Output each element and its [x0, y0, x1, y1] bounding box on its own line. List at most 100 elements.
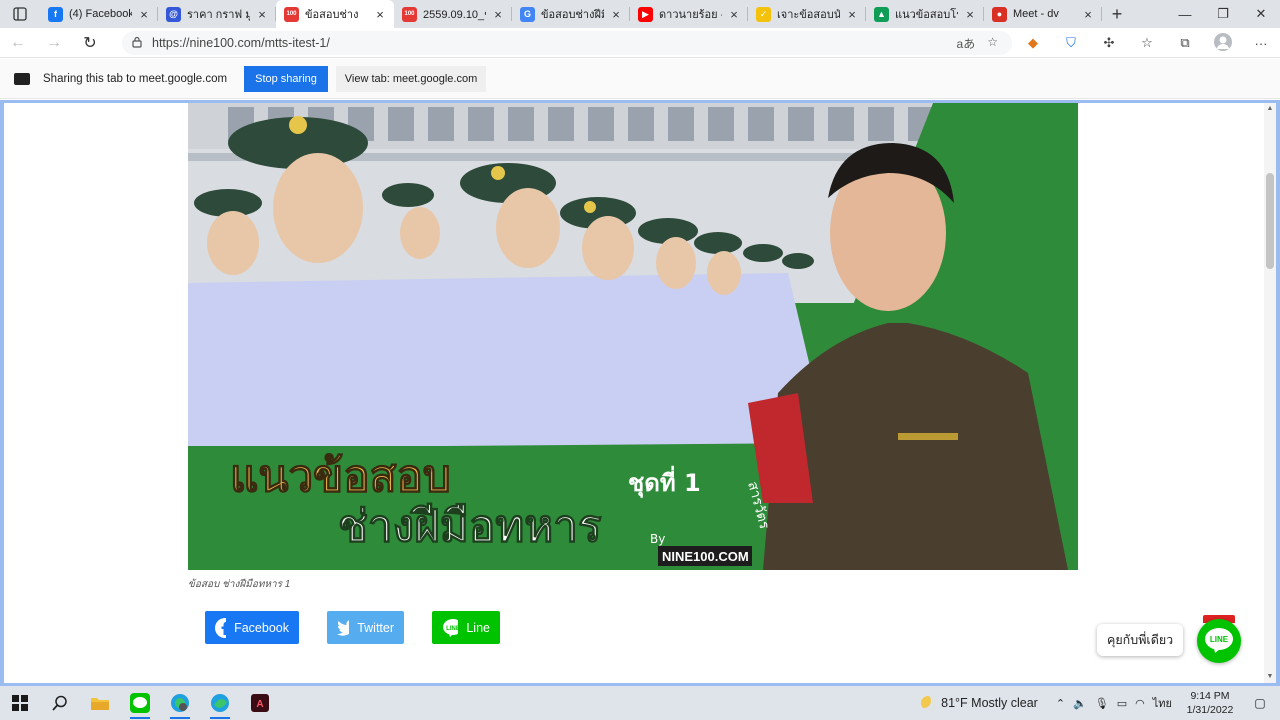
screen-share-icon [14, 72, 30, 85]
start-button[interactable] [0, 686, 40, 720]
tab-close-icon[interactable]: × [964, 7, 976, 22]
windows-taskbar: A 81°F Mostly clear ⌃ 🔈 🎙 ▭ ◠ ไทย 9:14 P… [0, 686, 1280, 720]
browser-tab[interactable]: 100 2559.09.10_ช่า × [394, 0, 512, 28]
clock-time: 9:14 PM [1190, 690, 1230, 702]
browser-tab[interactable]: @ ราคา กราฟ มูลค่ × [158, 0, 276, 28]
tab-close-icon[interactable]: × [138, 7, 150, 22]
tab-actions-menu-button[interactable] [0, 0, 40, 28]
share-facebook-button[interactable]: Facebook [205, 611, 299, 644]
browser-tab-strip: f (4) Facebook × @ ราคา กราฟ มูลค่ × 100 ข้อสอบ… [0, 0, 1280, 28]
browser-tab[interactable]: ● Meet - dv × [984, 0, 1102, 28]
share-line-label: Line [466, 620, 490, 635]
sharing-message: Sharing this tab to meet.google.com [43, 72, 228, 85]
profile-avatar-icon[interactable] [1204, 32, 1242, 54]
line-app-icon [130, 693, 150, 713]
scrollbar-thumb[interactable] [1266, 173, 1274, 269]
vertical-scrollbar[interactable]: ▲ ▼ [1264, 103, 1276, 683]
screen-share-infobar: Sharing this tab to meet.google.com Stop… [0, 59, 1280, 99]
url-text: https://nine100.com/mtts-itest-1/ [152, 36, 330, 50]
tab-favicon-icon: ▶ [638, 6, 653, 22]
battery-icon[interactable]: ▭ [1117, 697, 1127, 710]
hero-brand-label: NINE100.COM [662, 549, 749, 564]
hero-by-label: By [650, 532, 665, 546]
tab-actions-icon [13, 7, 27, 21]
hero-headline-line1: แนวข้อสอบ [230, 451, 451, 502]
file-explorer-button[interactable] [80, 686, 120, 720]
tab-title: ข้อสอบช่าง [305, 9, 359, 21]
browser-tab[interactable]: ✓ เจาะข้อสอบนักเรี × [748, 0, 866, 28]
share-facebook-label: Facebook [234, 620, 289, 635]
tab-close-icon[interactable]: × [846, 7, 858, 22]
settings-menu-icon[interactable]: ··· [1242, 36, 1280, 51]
edge-browser-icon [211, 694, 229, 712]
microphone-icon[interactable]: 🎙 [1095, 697, 1109, 710]
line-chat-icon: LINE [1205, 628, 1233, 653]
edge-button[interactable] [200, 686, 240, 720]
hero-set-label: ชุดที่ 1 [628, 465, 701, 499]
tab-title: ดาวนายร้อย - เจ [659, 9, 722, 21]
tab-favicon-icon: ● [992, 6, 1007, 22]
folder-icon [91, 698, 109, 710]
scroll-up-arrow-icon[interactable]: ▲ [1264, 103, 1276, 115]
tab-title: (4) Facebook [69, 8, 132, 20]
lock-icon [122, 36, 152, 51]
tab-close-icon[interactable]: × [1082, 7, 1094, 22]
metamask-extension-icon[interactable]: ◆ [1014, 35, 1052, 51]
line-chat-button[interactable]: LINE [1197, 619, 1241, 663]
weather-text: 81°F Mostly clear [941, 696, 1038, 710]
hero-headline-line2: ช่างฝีมือทหาร [338, 501, 602, 552]
facebook-icon [215, 617, 227, 638]
volume-icon[interactable]: 🔈 [1073, 697, 1087, 710]
tab-favicon-icon: @ [166, 6, 181, 22]
favorites-icon[interactable]: ☆ [1128, 35, 1166, 51]
stop-sharing-button[interactable]: Stop sharing [244, 66, 328, 92]
scroll-down-arrow-icon[interactable]: ▼ [1264, 671, 1276, 683]
back-button[interactable]: ← [0, 34, 36, 52]
new-tab-button[interactable]: + [1102, 0, 1132, 28]
show-hidden-icons-chevron-icon[interactable]: ⌃ [1056, 697, 1065, 710]
url-field[interactable]: https://nine100.com/mtts-itest-1/ aあ ☆ [122, 31, 1012, 55]
reload-button[interactable]: ↻ [72, 33, 108, 53]
clock[interactable]: 9:14 PM 1/31/2022 [1180, 689, 1240, 717]
weather-widget[interactable]: 81°F Mostly clear [921, 696, 1038, 710]
tab-favicon-icon: G [520, 6, 535, 22]
search-icon [52, 695, 67, 711]
chat-bubble[interactable]: คุยกับพี่เดียว [1097, 624, 1184, 656]
tab-favicon-icon: 100 [402, 6, 417, 22]
maximize-button[interactable]: ❐ [1204, 0, 1242, 28]
svg-text:A: A [256, 699, 263, 710]
app-a-button[interactable]: A [240, 686, 280, 720]
notification-icon[interactable]: ▢ [1248, 696, 1272, 710]
tab-favicon-icon: 100 [284, 6, 299, 22]
minimize-button[interactable]: — [1166, 0, 1204, 28]
twitter-icon [337, 619, 350, 636]
extensions-icon[interactable]: ✣ [1090, 35, 1128, 51]
favorite-star-icon[interactable]: ☆ [987, 35, 998, 52]
read-aloud-icon[interactable]: aあ [957, 35, 976, 52]
tab-close-icon[interactable]: × [610, 7, 622, 22]
tab-close-icon[interactable]: × [492, 7, 504, 22]
close-window-button[interactable]: ✕ [1242, 0, 1280, 28]
browser-tab[interactable]: ▲ แนวข้อสอบโรงเรี × [866, 0, 984, 28]
search-button[interactable] [40, 686, 80, 720]
shield-extension-icon[interactable]: ⛉ [1052, 35, 1090, 51]
browser-tab[interactable]: f (4) Facebook × [40, 0, 158, 28]
address-bar-row: ← → ↻ https://nine100.com/mtts-itest-1/ … [0, 28, 1280, 58]
tab-close-icon[interactable]: × [728, 7, 740, 22]
edge-icon [171, 694, 189, 712]
browser-tab[interactable]: ▶ ดาวนายร้อย - เจ × [630, 0, 748, 28]
line-app-button[interactable] [120, 686, 160, 720]
forward-button[interactable]: → [36, 34, 72, 52]
share-twitter-button[interactable]: Twitter [327, 611, 404, 644]
language-indicator[interactable]: ไทย [1153, 694, 1172, 712]
share-line-button[interactable]: LINE Line [432, 611, 500, 644]
tab-favicon-icon: ▲ [874, 6, 889, 22]
wifi-icon[interactable]: ◠ [1135, 697, 1145, 710]
collections-icon[interactable]: ⧉ [1166, 35, 1204, 51]
tab-close-icon[interactable]: × [256, 7, 268, 22]
browser-tab[interactable]: G ข้อสอบช่างฝีมือ × [512, 0, 630, 28]
browser-tab[interactable]: 100 ข้อสอบช่าง × [276, 0, 394, 28]
tab-close-icon[interactable]: × [374, 7, 386, 22]
view-tab-button[interactable]: View tab: meet.google.com [336, 66, 486, 92]
edge-profile-button[interactable] [160, 686, 200, 720]
